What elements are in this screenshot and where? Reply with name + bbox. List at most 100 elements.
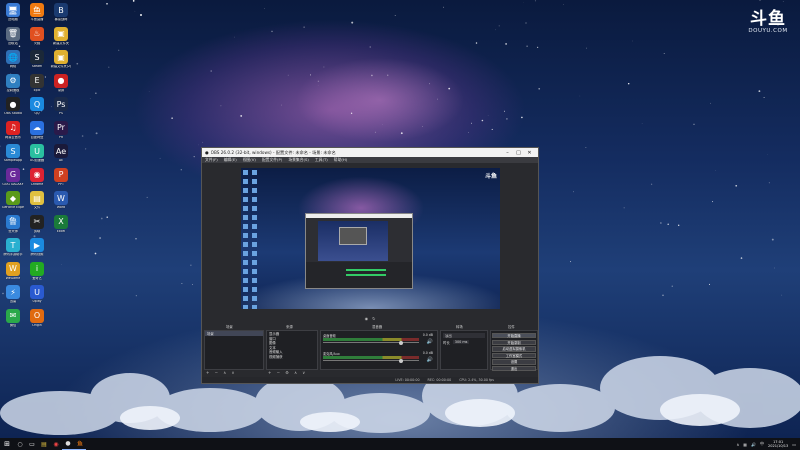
menu-edit[interactable]: 编辑(E) [224,157,237,163]
desktop-icon[interactable]: ● OBS Studio [2,97,24,123]
desktop-icon[interactable]: X Excel [50,214,72,241]
network-icon[interactable]: ▦ [743,442,747,447]
scene-item[interactable]: 场景 [205,331,263,336]
source-buttons[interactable]: + − ⚙ ∧ ∨ [268,370,307,375]
minimize-icon[interactable]: – [502,150,513,156]
app-icon: Ps [54,97,68,111]
exit-button[interactable]: 退出 [492,365,536,372]
close-icon[interactable]: ✕ [524,150,535,156]
star [712,201,714,203]
desktop-icon[interactable]: ▣ 新建文件夹 [50,26,72,53]
app-icon: ▤ [30,191,44,205]
obs-preview-canvas[interactable]: 斗鱼 [241,168,500,309]
desktop-icon[interactable]: Ps PS [50,97,72,123]
chrome-icon[interactable]: ◉ [50,438,62,450]
desktop-icon[interactable]: ✂ 剪映 [26,214,48,241]
desktop-icon[interactable]: ⚙ 控制面板 [2,73,24,100]
desktop-icon-label: PR [58,135,64,139]
scene-buttons[interactable]: + − ∧ ∨ [206,370,236,375]
desktop-icon[interactable]: Q QQ [26,97,48,123]
desktop-icon[interactable]: S SampleApp [2,144,24,170]
menu-tools[interactable]: 工具(T) [315,157,328,163]
desktop-icon[interactable]: 鱼斗鱼直播 [26,3,48,29]
menu-help[interactable]: 帮助(H) [334,157,347,163]
settings-button[interactable]: 设置 [492,359,536,365]
start-icon[interactable]: ⊞ [0,438,14,450]
obs-window[interactable]: ● OBS 26.0.2 (32-bit, windows) - 配置文件: 未… [201,147,539,384]
transition-type-select[interactable]: 淡出 [443,333,485,338]
volume-slider-handle[interactable] [399,340,404,345]
douyu-logo: 斗鱼 [750,9,786,29]
desktop-icon[interactable]: Pr PR [50,120,72,147]
desktop-icon[interactable]: ☁ 百度网盘 [26,120,48,147]
app-icon: ✉ [6,308,20,323]
clock[interactable]: 17:01 2021/10/13 [768,440,788,448]
notification-icon[interactable]: ▭ [792,442,796,447]
desktop-icon[interactable]: ♫ 网易云音乐 [2,120,24,147]
star [400,132,403,135]
task-view-icon[interactable]: ▭ [26,438,38,450]
volume-icon[interactable]: 🔊 [751,442,756,447]
desktop-icon[interactable]: ▤ 文件 [26,191,48,217]
star [503,110,505,112]
desktop-icon[interactable]: U Uplay [26,285,48,311]
desktop-icon[interactable]: W Word [50,191,72,217]
start-recording-button[interactable]: 开始录制 [492,339,536,345]
volume-slider[interactable] [323,342,419,343]
desktop-icon[interactable]: G GOG GALAXY [2,167,24,194]
app-icon: U [30,144,44,158]
star [317,80,320,82]
desktop-icon[interactable]: P PPT [50,167,72,194]
volume-slider-handle[interactable] [399,358,404,363]
volume-meter [323,356,419,359]
desktop-icon[interactable]: 🌐 网络 [2,50,24,76]
volume-slider[interactable] [323,360,419,361]
desktop-icon[interactable]: ◆GeForce Experience [2,191,24,217]
menu-profile[interactable]: 配置文件(P) [262,157,282,163]
menu-file[interactable]: 文件(F) [205,157,218,163]
lock-preview-icon[interactable]: ◉ [365,316,369,321]
sources-panel[interactable]: 显示器 窗口 图像 文本 音频输入 视频捕获 + − ⚙ ∧ ∨ [266,330,318,375]
desktop-icon[interactable]: 🗑 回收站 [2,26,24,53]
obs-taskbar-icon[interactable]: ● [62,438,74,450]
desktop-icon-label: Origin [32,323,42,327]
start-virtual-camera-button[interactable]: 启动虚拟摄像机 [492,346,536,352]
desktop-icon[interactable]: E Epic [26,73,48,100]
desktop-icon[interactable]: ● 录屏 [50,73,72,100]
start-streaming-button[interactable]: 开始直播 [492,333,536,339]
desktop-icon[interactable]: W WeGame [2,261,24,288]
desktop-icon[interactable]: ▣ 新建文件夹(2) [50,50,72,76]
desktop-icon[interactable]: ⚡ 迅雷 [2,285,24,311]
search-icon[interactable]: ○ [14,441,26,448]
ime-icon[interactable]: 中 [760,441,764,447]
chevron-up-icon[interactable]: ∧ [736,442,739,447]
studio-mode-button[interactable]: 工作室模式 [492,352,536,359]
desktop-icon[interactable]: Ae AE [50,144,72,170]
desktop-icon[interactable]: i 爱奇艺 [26,261,48,288]
source-item[interactable]: 视频捕获 [267,354,317,359]
refresh-icon[interactable]: ↻ [372,316,375,321]
desktop-icon[interactable]: ▶ 腾讯视频 [26,238,48,264]
desktop-icon[interactable]: T 腾讯手游助手 [2,238,24,264]
menu-view[interactable]: 视图(V) [243,157,256,163]
desktop-icon[interactable]: 🖥 此电脑 [2,3,24,29]
star [534,0,536,2]
desktop-icon[interactable]: S Steam [26,50,48,76]
desktop-icon[interactable]: B 暴雪战网 [50,3,72,29]
scenes-panel[interactable]: 场景 + − ∧ ∨ [204,330,264,375]
desktop-icon[interactable]: ✉ 微信 [2,308,24,335]
maximize-icon[interactable]: □ [513,150,524,156]
desktop-icon[interactable]: ◉ Chrome [26,167,48,194]
desktop-icon[interactable]: U UU加速器 [26,144,48,170]
obs-title-bar[interactable]: ● OBS 26.0.2 (32-bit, windows) - 配置文件: 未… [202,148,538,157]
desktop-icon[interactable]: 鲁鲁大师 [2,214,24,241]
douyu-taskbar-icon[interactable]: 鱼 [74,438,86,450]
file-explorer-icon[interactable]: ▤ [38,438,50,450]
transition-duration-input[interactable]: 300 ms [452,339,470,344]
speaker-icon[interactable]: 🔊 [427,339,433,345]
desktop-icon[interactable]: O Origin [26,308,48,335]
desktop-icon[interactable]: ♨ 火绒 [26,26,48,53]
speaker-icon[interactable]: 🔊 [427,357,433,363]
star [61,264,62,265]
menu-scene-collection[interactable]: 场景集合(S) [288,157,309,163]
